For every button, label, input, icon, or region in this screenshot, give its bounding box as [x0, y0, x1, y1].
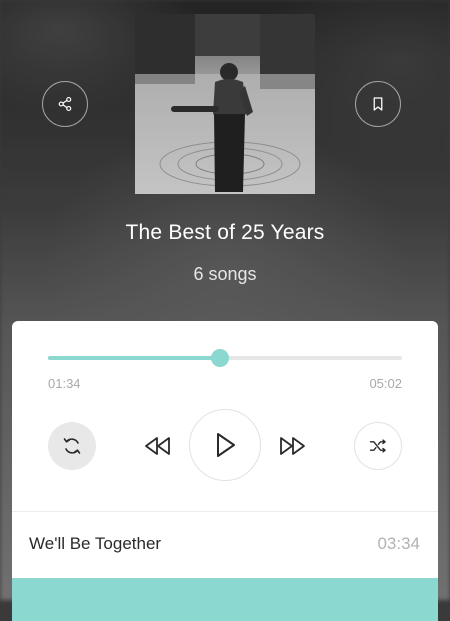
album-cover-image — [135, 14, 315, 194]
track-duration: 03:34 — [377, 534, 420, 553]
fast-forward-button[interactable] — [274, 429, 310, 463]
fast-forward-icon — [280, 437, 305, 455]
rewind-button[interactable] — [140, 429, 176, 463]
song-count: 6 songs — [193, 264, 257, 284]
bookmark-icon — [373, 97, 383, 111]
elapsed-time: 01:34 — [48, 376, 81, 391]
shuffle-button[interactable] — [354, 422, 402, 470]
rewind-icon — [145, 437, 170, 455]
progress-fill — [48, 356, 220, 360]
track-title: We'll Be Together — [29, 534, 162, 553]
track-list-item[interactable]: We'll Be Together 03:34 — [12, 512, 438, 578]
shuffle-icon — [369, 439, 386, 453]
bookmark-button[interactable] — [355, 81, 401, 127]
progress-thumb[interactable] — [210, 349, 229, 367]
album-title: The Best of 25 Years — [125, 221, 325, 244]
play-icon — [217, 433, 235, 457]
repeat-button[interactable] — [48, 422, 96, 470]
album-art — [135, 14, 315, 194]
total-time: 05:02 — [369, 376, 402, 391]
repeat-icon — [63, 438, 81, 454]
share-icon — [58, 96, 72, 112]
play-button[interactable] — [189, 409, 261, 481]
share-button[interactable] — [42, 81, 88, 127]
progress-bar[interactable] — [48, 349, 402, 367]
player-card: 01:34 05:02 We'll Be Together 03:34 — [12, 321, 438, 621]
